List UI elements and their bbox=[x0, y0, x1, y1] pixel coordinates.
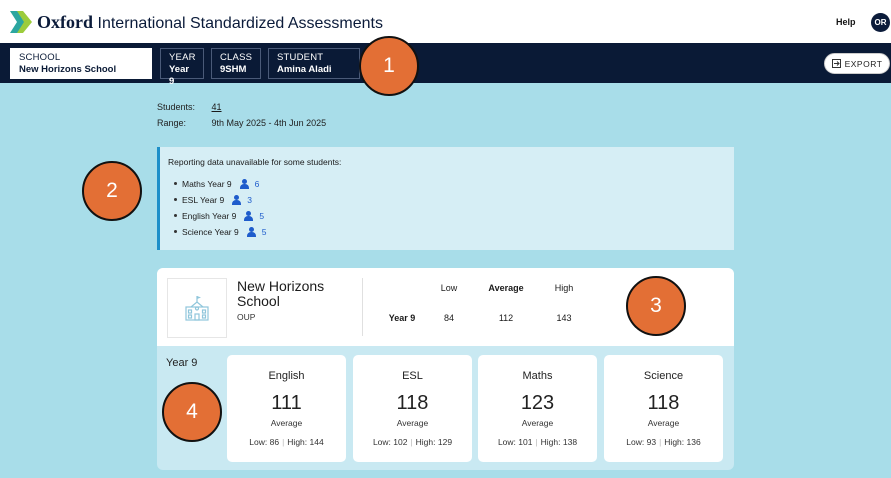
notice-count-link[interactable]: 3 bbox=[247, 195, 252, 205]
brand-rest: International Standardized Assessments bbox=[97, 15, 384, 32]
summary-row-label: Year 9 bbox=[388, 313, 416, 323]
notice-count-link[interactable]: 6 bbox=[255, 179, 260, 189]
summary-average-value: 112 bbox=[498, 313, 514, 323]
year-filter-label: YEAR bbox=[169, 52, 196, 63]
subject-average-value: 118 bbox=[647, 392, 680, 414]
average-header: Average bbox=[488, 283, 524, 293]
list-item: Science Year 9 5 bbox=[168, 224, 726, 240]
subject-high: High: 138 bbox=[540, 437, 578, 447]
year-filter[interactable]: YEAR Year 9 bbox=[160, 48, 204, 87]
summary-high-value: 143 bbox=[556, 313, 572, 323]
class-filter[interactable]: CLASS 9SHM bbox=[211, 48, 261, 79]
students-label: Students: bbox=[157, 102, 196, 112]
subject-range: Low: 102 | High: 129 bbox=[372, 437, 453, 447]
summary-school-sub: OUP bbox=[237, 312, 256, 322]
export-button[interactable]: EXPORT bbox=[824, 53, 890, 74]
year-filter-value: Year 9 bbox=[169, 64, 190, 87]
person-icon bbox=[246, 227, 256, 237]
list-item: ESL Year 9 3 bbox=[168, 192, 726, 208]
subject-name: Science bbox=[643, 370, 684, 382]
summary-school-name: New Horizons School bbox=[237, 278, 325, 309]
export-label: EXPORT bbox=[844, 58, 883, 69]
subject-low: Low: 102 bbox=[372, 437, 408, 447]
subject-card-esl[interactable]: ESL 118 Average Low: 102 | High: 129 bbox=[353, 355, 472, 462]
subject-average-label: Average bbox=[396, 418, 429, 428]
subject-low: Low: 86 bbox=[249, 437, 280, 447]
subject-low: Low: 93 bbox=[626, 437, 657, 447]
students-count-link[interactable]: 41 bbox=[212, 102, 222, 112]
students-meta: Students: 41 bbox=[157, 102, 222, 112]
subject-average-value: 111 bbox=[271, 392, 302, 414]
school-filter-label: SCHOOL bbox=[19, 52, 61, 63]
school-icon-box bbox=[167, 278, 227, 338]
callout-marker-1: 1 bbox=[359, 36, 419, 96]
notice-title: Reporting data unavailable for some stud… bbox=[168, 157, 342, 167]
subject-average-label: Average bbox=[270, 418, 303, 428]
range-meta: Range: 9th May 2025 - 4th Jun 2025 bbox=[157, 118, 326, 128]
callout-marker-2: 2 bbox=[82, 161, 142, 221]
notice-list: Maths Year 9 6 ESL Year 9 3 English Year… bbox=[168, 176, 726, 240]
divider bbox=[362, 278, 363, 336]
data-unavailable-notice: Reporting data unavailable for some stud… bbox=[157, 147, 734, 250]
notice-count-link[interactable]: 5 bbox=[262, 227, 267, 237]
subject-name: English bbox=[268, 370, 305, 382]
high-header: High bbox=[554, 283, 574, 293]
range-value: 9th May 2025 - 4th Jun 2025 bbox=[211, 118, 327, 128]
subject-range: Low: 101 | High: 138 bbox=[497, 437, 578, 447]
class-filter-label: CLASS bbox=[220, 52, 253, 63]
subject-card-science[interactable]: Science 118 Average Low: 93 | High: 136 bbox=[604, 355, 723, 462]
school-filter[interactable]: SCHOOL New Horizons School bbox=[10, 48, 152, 79]
oxford-logo-icon bbox=[10, 11, 32, 33]
top-header: Oxford International Standardized Assess… bbox=[0, 0, 891, 43]
notice-subject: English Year 9 bbox=[182, 211, 237, 221]
subject-name: ESL bbox=[402, 370, 423, 382]
notice-subject: ESL Year 9 bbox=[182, 195, 225, 205]
subject-name: Maths bbox=[522, 370, 553, 382]
subject-range: Low: 86 | High: 144 bbox=[249, 437, 324, 447]
notice-subject: Science Year 9 bbox=[182, 227, 239, 237]
subject-high: High: 136 bbox=[664, 437, 701, 447]
subject-average-value: 118 bbox=[396, 392, 429, 414]
subject-range: Low: 93 | High: 136 bbox=[626, 437, 701, 447]
summary-low-value: 84 bbox=[443, 313, 454, 323]
list-item: Maths Year 9 6 bbox=[168, 176, 726, 192]
callout-marker-3: 3 bbox=[626, 276, 686, 336]
callout-marker-4: 4 bbox=[162, 382, 222, 442]
help-link[interactable]: Help bbox=[836, 17, 856, 27]
subject-card-maths[interactable]: Maths 123 Average Low: 101 | High: 138 bbox=[478, 355, 597, 462]
filter-bar: SCHOOL New Horizons School YEAR Year 9 C… bbox=[0, 43, 891, 87]
subject-average-value: 123 bbox=[520, 392, 555, 414]
list-item: English Year 9 5 bbox=[168, 208, 726, 224]
brand-title[interactable]: Oxford International Standardized Assess… bbox=[37, 12, 383, 33]
subject-high: High: 144 bbox=[287, 437, 324, 447]
brand-bold: Oxford bbox=[37, 12, 93, 32]
range-label: Range: bbox=[157, 118, 187, 128]
year-section-label: Year 9 bbox=[166, 357, 198, 369]
student-filter-value: Amina Aladi bbox=[277, 64, 332, 75]
notice-subject: Maths Year 9 bbox=[182, 179, 232, 189]
school-building-icon bbox=[185, 296, 209, 321]
subject-average-label: Average bbox=[521, 418, 554, 428]
avatar[interactable]: OR bbox=[871, 13, 890, 32]
subject-low: Low: 101 bbox=[497, 437, 533, 447]
person-icon bbox=[244, 211, 254, 221]
export-icon bbox=[831, 59, 841, 68]
low-header: Low bbox=[440, 283, 458, 293]
student-filter-label: STUDENT bbox=[277, 52, 324, 63]
person-icon bbox=[232, 195, 242, 205]
person-icon bbox=[239, 179, 249, 189]
student-filter[interactable]: STUDENT Amina Aladi bbox=[268, 48, 360, 79]
subject-card-english[interactable]: English 111 Average Low: 86 | High: 144 bbox=[227, 355, 346, 462]
notice-count-link[interactable]: 5 bbox=[259, 211, 264, 221]
subject-average-label: Average bbox=[647, 418, 680, 428]
class-filter-value: 9SHM bbox=[220, 64, 247, 75]
subject-high: High: 129 bbox=[415, 437, 453, 447]
school-filter-value: New Horizons School bbox=[19, 64, 117, 75]
